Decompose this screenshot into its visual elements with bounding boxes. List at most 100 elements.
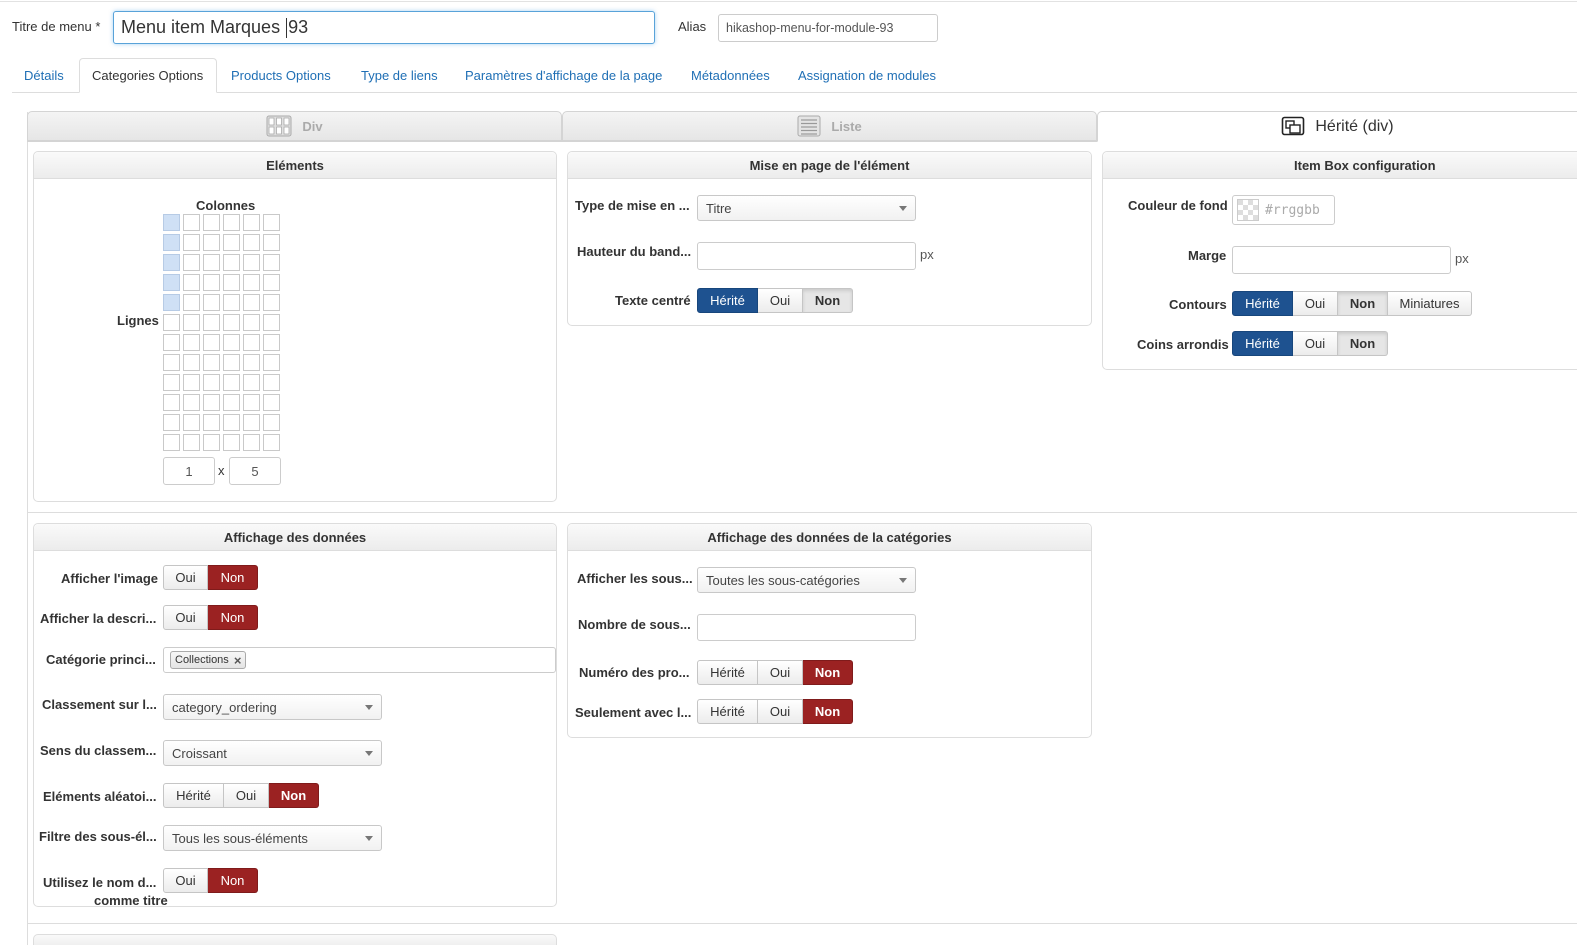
grid-cell[interactable] [223, 374, 240, 391]
rounded-no-option[interactable]: Non [1338, 331, 1388, 356]
use-name-yes-option[interactable]: Oui [163, 868, 208, 893]
rows-count-input[interactable]: 5 [229, 457, 281, 485]
grid-cell[interactable] [243, 354, 260, 371]
centered-text-toggle[interactable]: Hérité Oui Non [697, 288, 853, 313]
borders-thumbnails-option[interactable]: Miniatures [1388, 291, 1472, 316]
grid-cell[interactable] [183, 294, 200, 311]
random-no-option[interactable]: Non [269, 783, 319, 808]
grid-cell[interactable] [203, 234, 220, 251]
ordering-select[interactable]: category_ordering [163, 694, 382, 720]
grid-cell[interactable] [263, 314, 280, 331]
centered-yes-option[interactable]: Oui [758, 288, 803, 313]
grid-cell[interactable] [223, 234, 240, 251]
grid-cell[interactable] [243, 214, 260, 231]
layout-tab-div[interactable]: Div [27, 111, 562, 141]
grid-cell[interactable] [163, 314, 180, 331]
grid-cell[interactable] [183, 374, 200, 391]
grid-cell[interactable] [163, 254, 180, 271]
grid-cell[interactable] [263, 394, 280, 411]
sub-elements-filter-select[interactable]: Tous les sous-éléments [163, 825, 382, 851]
layout-type-select[interactable]: Titre [697, 195, 916, 221]
grid-cell[interactable] [243, 234, 260, 251]
tab-page-display[interactable]: Paramètres d'affichage de la page [453, 58, 674, 93]
grid-cell[interactable] [163, 274, 180, 291]
tab-products-options[interactable]: Products Options [219, 58, 343, 93]
show-image-toggle[interactable]: Oui Non [163, 565, 258, 590]
rounded-inherit-option[interactable]: Hérité [1232, 331, 1293, 356]
grid-cell[interactable] [243, 274, 260, 291]
grid-cell[interactable] [243, 414, 260, 431]
grid-cell[interactable] [203, 254, 220, 271]
grid-cell[interactable] [163, 394, 180, 411]
grid-cell[interactable] [163, 294, 180, 311]
grid-cell[interactable] [163, 414, 180, 431]
tab-link-type[interactable]: Type de liens [349, 58, 450, 93]
grid-cell[interactable] [223, 414, 240, 431]
grid-cell[interactable] [203, 294, 220, 311]
tab-metadata[interactable]: Métadonnées [679, 58, 782, 93]
grid-cell[interactable] [183, 314, 200, 331]
grid-cell[interactable] [163, 374, 180, 391]
grid-cell[interactable] [183, 434, 200, 451]
grid-cell[interactable] [243, 294, 260, 311]
grid-cell[interactable] [223, 314, 240, 331]
use-name-no-option[interactable]: Non [208, 868, 258, 893]
grid-cell[interactable] [263, 274, 280, 291]
only-with-no-option[interactable]: Non [803, 699, 853, 724]
show-image-yes-option[interactable]: Oui [163, 565, 208, 590]
layout-tab-inherit[interactable]: Hérité (div) [1097, 111, 1577, 142]
subcategory-count-input[interactable] [697, 614, 916, 641]
grid-cell[interactable] [183, 414, 200, 431]
show-description-toggle[interactable]: Oui Non [163, 605, 258, 630]
product-number-inherit-option[interactable]: Hérité [697, 660, 758, 685]
product-number-no-option[interactable]: Non [803, 660, 853, 685]
grid-cell[interactable] [263, 374, 280, 391]
grid-cell[interactable] [263, 354, 280, 371]
grid-cell[interactable] [183, 234, 200, 251]
tab-categories-options[interactable]: Categories Options [79, 58, 217, 93]
grid-cell[interactable] [203, 274, 220, 291]
grid-cell[interactable] [183, 394, 200, 411]
margin-input[interactable] [1232, 246, 1451, 274]
grid-cell[interactable] [263, 254, 280, 271]
grid-cell[interactable] [203, 434, 220, 451]
grid-cell[interactable] [243, 374, 260, 391]
grid-cell[interactable] [203, 214, 220, 231]
grid-cell[interactable] [203, 374, 220, 391]
borders-yes-option[interactable]: Oui [1293, 291, 1338, 316]
grid-cell[interactable] [163, 214, 180, 231]
centered-inherit-option[interactable]: Hérité [697, 288, 758, 313]
product-number-toggle[interactable]: Hérité Oui Non [697, 660, 853, 685]
ordering-direction-select[interactable]: Croissant [163, 740, 382, 766]
grid-cell[interactable] [243, 314, 260, 331]
borders-inherit-option[interactable]: Hérité [1232, 291, 1293, 316]
random-inherit-option[interactable]: Hérité [163, 783, 224, 808]
grid-cell[interactable] [163, 234, 180, 251]
use-name-toggle[interactable]: Oui Non [163, 868, 258, 893]
borders-no-option[interactable]: Non [1338, 291, 1388, 316]
grid-cell[interactable] [223, 274, 240, 291]
grid-cell[interactable] [263, 414, 280, 431]
grid-cell[interactable] [263, 434, 280, 451]
columns-rows-grid[interactable] [163, 214, 280, 451]
grid-cell[interactable] [203, 354, 220, 371]
product-number-yes-option[interactable]: Oui [758, 660, 803, 685]
grid-cell[interactable] [243, 394, 260, 411]
only-with-inherit-option[interactable]: Hérité [697, 699, 758, 724]
grid-cell[interactable] [223, 254, 240, 271]
grid-cell[interactable] [243, 434, 260, 451]
tab-module-assignment[interactable]: Assignation de modules [786, 58, 948, 93]
grid-cell[interactable] [223, 394, 240, 411]
grid-cell[interactable] [183, 354, 200, 371]
show-image-no-option[interactable]: Non [208, 565, 258, 590]
grid-cell[interactable] [203, 334, 220, 351]
tab-details[interactable]: Détails [12, 58, 76, 93]
rounded-yes-option[interactable]: Oui [1293, 331, 1338, 356]
main-category-input[interactable]: Collections × [163, 647, 556, 673]
grid-cell[interactable] [263, 294, 280, 311]
grid-cell[interactable] [203, 314, 220, 331]
grid-cell[interactable] [263, 234, 280, 251]
grid-cell[interactable] [163, 354, 180, 371]
grid-cell[interactable] [203, 394, 220, 411]
grid-cell[interactable] [183, 254, 200, 271]
